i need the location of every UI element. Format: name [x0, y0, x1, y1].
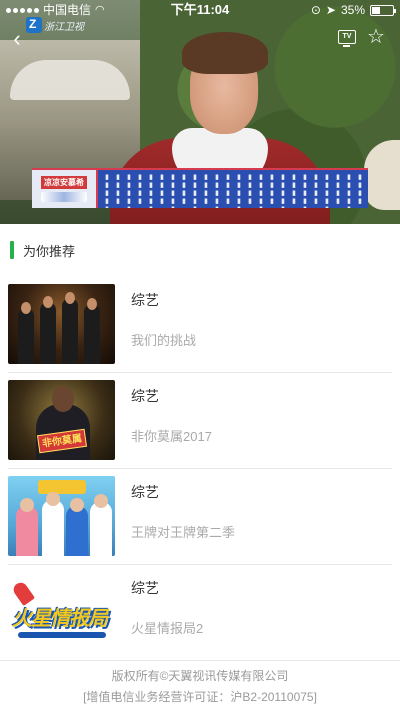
item-title: 我们的挑战 [131, 333, 197, 348]
channel-logo-icon [26, 17, 42, 33]
section-title: 为你推荐 [23, 243, 76, 259]
item-category: 综艺 [131, 388, 159, 404]
location-icon: ➤ [325, 3, 336, 17]
credits-text: ▮▮▮▮▮ ▮▮▮▮ ▮▮▮▮▮ ▮▮▮▮ ▮▮▮▮▮ ▮▮▮▮ ▮▮▮▮▮ ▮▮▮▮ ▮▮… [103, 173, 363, 208]
channel-logo: 浙江卫视 [26, 17, 84, 33]
item-category: 综艺 [131, 580, 159, 596]
item-category: 综艺 [131, 484, 159, 500]
footer-copyright: 版权所有©天翼视讯传媒有限公司 [111, 669, 289, 683]
footer-license: [增值电信业务经营许可证：沪B2-20110075] [83, 690, 317, 704]
list-item[interactable]: 火星情报局 综艺 火星情报局2 [0, 564, 400, 660]
recommendation-list: 综艺 我们的挑战 非你莫属 综艺 非你莫属2017 综艺 王牌对王牌第二季 火星… [0, 276, 400, 660]
cast-tv-button[interactable]: TV [338, 30, 356, 47]
favorite-star-icon[interactable]: ☆ [367, 25, 385, 49]
section-header: 为你推荐 [0, 224, 400, 276]
sponsor-product-image [41, 192, 87, 202]
tv-label: TV [342, 33, 352, 40]
channel-name: 浙江卫视 [44, 21, 84, 33]
battery-icon [370, 4, 396, 16]
thumbnail-logo: 火星情报局 [12, 608, 108, 630]
list-item[interactable]: 综艺 王牌对王牌第二季 [0, 468, 400, 564]
list-item[interactable]: 非你莫属 综艺 非你莫属2017 [0, 372, 400, 468]
list-item[interactable]: 综艺 我们的挑战 [0, 276, 400, 372]
item-category: 综艺 [131, 292, 159, 308]
rotation-lock-icon: ⊙ [310, 3, 321, 17]
video-hat [364, 140, 400, 210]
sponsor-credits-banner: 凉凉安慕希 ▮▮▮▮▮ ▮▮▮▮ ▮▮▮▮▮ ▮▮▮▮ ▮▮▮▮▮ ▮▮▮▮ ▮▮▮▮▮ ▮… [32, 168, 368, 208]
item-title: 火星情报局2 [131, 621, 204, 636]
video-player[interactable]: 中国电信 ◠ 下午11:04 ⊙ ➤ 35% ‹ 浙江卫视 TV ☆ 凉凉安慕希… [0, 0, 400, 224]
sponsor-label: 凉凉安慕希 [41, 176, 87, 189]
thumbnail-image: 非你莫属 [8, 380, 115, 460]
sponsor-box: 凉凉安慕希 [32, 170, 98, 208]
item-title: 王牌对王牌第二季 [131, 525, 236, 540]
thumbnail-image: 火星情报局 [8, 572, 115, 652]
thumbnail-image [8, 284, 115, 364]
battery-percent: 35% [340, 3, 365, 17]
thumbnail-image [8, 476, 115, 556]
section-accent-bar [10, 241, 14, 259]
footer: 版权所有©天翼视讯传媒有限公司 [增值电信业务经营许可证：沪B2-2011007… [0, 660, 400, 710]
item-title: 非你莫属2017 [131, 429, 212, 444]
